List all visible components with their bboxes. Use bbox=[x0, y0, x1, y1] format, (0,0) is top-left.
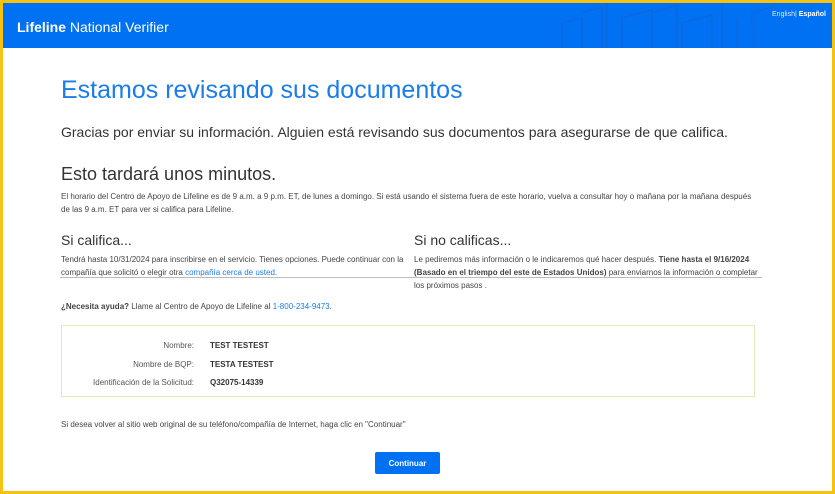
continue-button[interactable]: Continuar bbox=[375, 452, 440, 474]
detail-value: TESTA TESTEST bbox=[210, 360, 274, 369]
qualify-heading: Si califica... bbox=[61, 232, 132, 248]
not-qualify-heading: Si no calificas... bbox=[414, 232, 512, 248]
not-qualify-text: Le pediremos más información o le indica… bbox=[414, 253, 760, 292]
application-details-box: Nombre: TEST TESTEST Nombre de BQP: TESTA … bbox=[61, 325, 755, 397]
lang-english[interactable]: English bbox=[772, 11, 795, 18]
not-qualify-text-body: Le pediremos más información o le indica… bbox=[414, 255, 659, 264]
detail-label: Nombre de BQP: bbox=[133, 360, 194, 369]
qualify-text: Tendrá hasta 10/31/2024 para inscribirse… bbox=[61, 253, 406, 279]
brand-rest: National Verifier bbox=[69, 19, 169, 35]
help-text: ¿Necesita ayuda? Llame al Centro de Apoy… bbox=[61, 300, 332, 313]
detail-label: Nombre: bbox=[163, 341, 194, 350]
wait-heading: Esto tardará unos minutos. bbox=[61, 164, 277, 184]
nearby-company-link[interactable]: compañía cerca de usted bbox=[185, 268, 275, 277]
lang-separator: | bbox=[794, 11, 797, 18]
site-header: Lifeline National Verifier English| Espa… bbox=[3, 3, 832, 48]
page-subtitle: Gracias por enviar su información. Algui… bbox=[61, 124, 728, 140]
brand-bold: Lifeline bbox=[17, 19, 67, 35]
lang-spanish[interactable]: Español bbox=[799, 11, 826, 18]
detail-value: Q32075-14339 bbox=[210, 378, 264, 387]
section-divider bbox=[60, 277, 762, 278]
page-title: Estamos revisando sus documentos bbox=[61, 76, 463, 104]
language-switcher: English| Español bbox=[772, 11, 826, 18]
return-text: Si desea volver al sitio web original de… bbox=[61, 420, 406, 429]
building-pattern-decoration bbox=[561, 3, 772, 48]
help-bold: ¿Necesita ayuda? bbox=[61, 302, 130, 311]
qualify-text-end: . bbox=[274, 268, 278, 277]
phone-link[interactable]: 1-800-234-9473 bbox=[273, 302, 330, 311]
detail-value: TEST TESTEST bbox=[210, 341, 269, 350]
detail-label: Identificación de la Solicitud: bbox=[93, 378, 194, 387]
hours-text: El horario del Centro de Apoyo de Lifeli… bbox=[61, 192, 752, 214]
site-logo[interactable]: Lifeline National Verifier bbox=[17, 19, 169, 35]
help-body: Llame al Centro de Apoyo de Lifeline al bbox=[129, 302, 273, 311]
help-end: . bbox=[329, 302, 332, 311]
